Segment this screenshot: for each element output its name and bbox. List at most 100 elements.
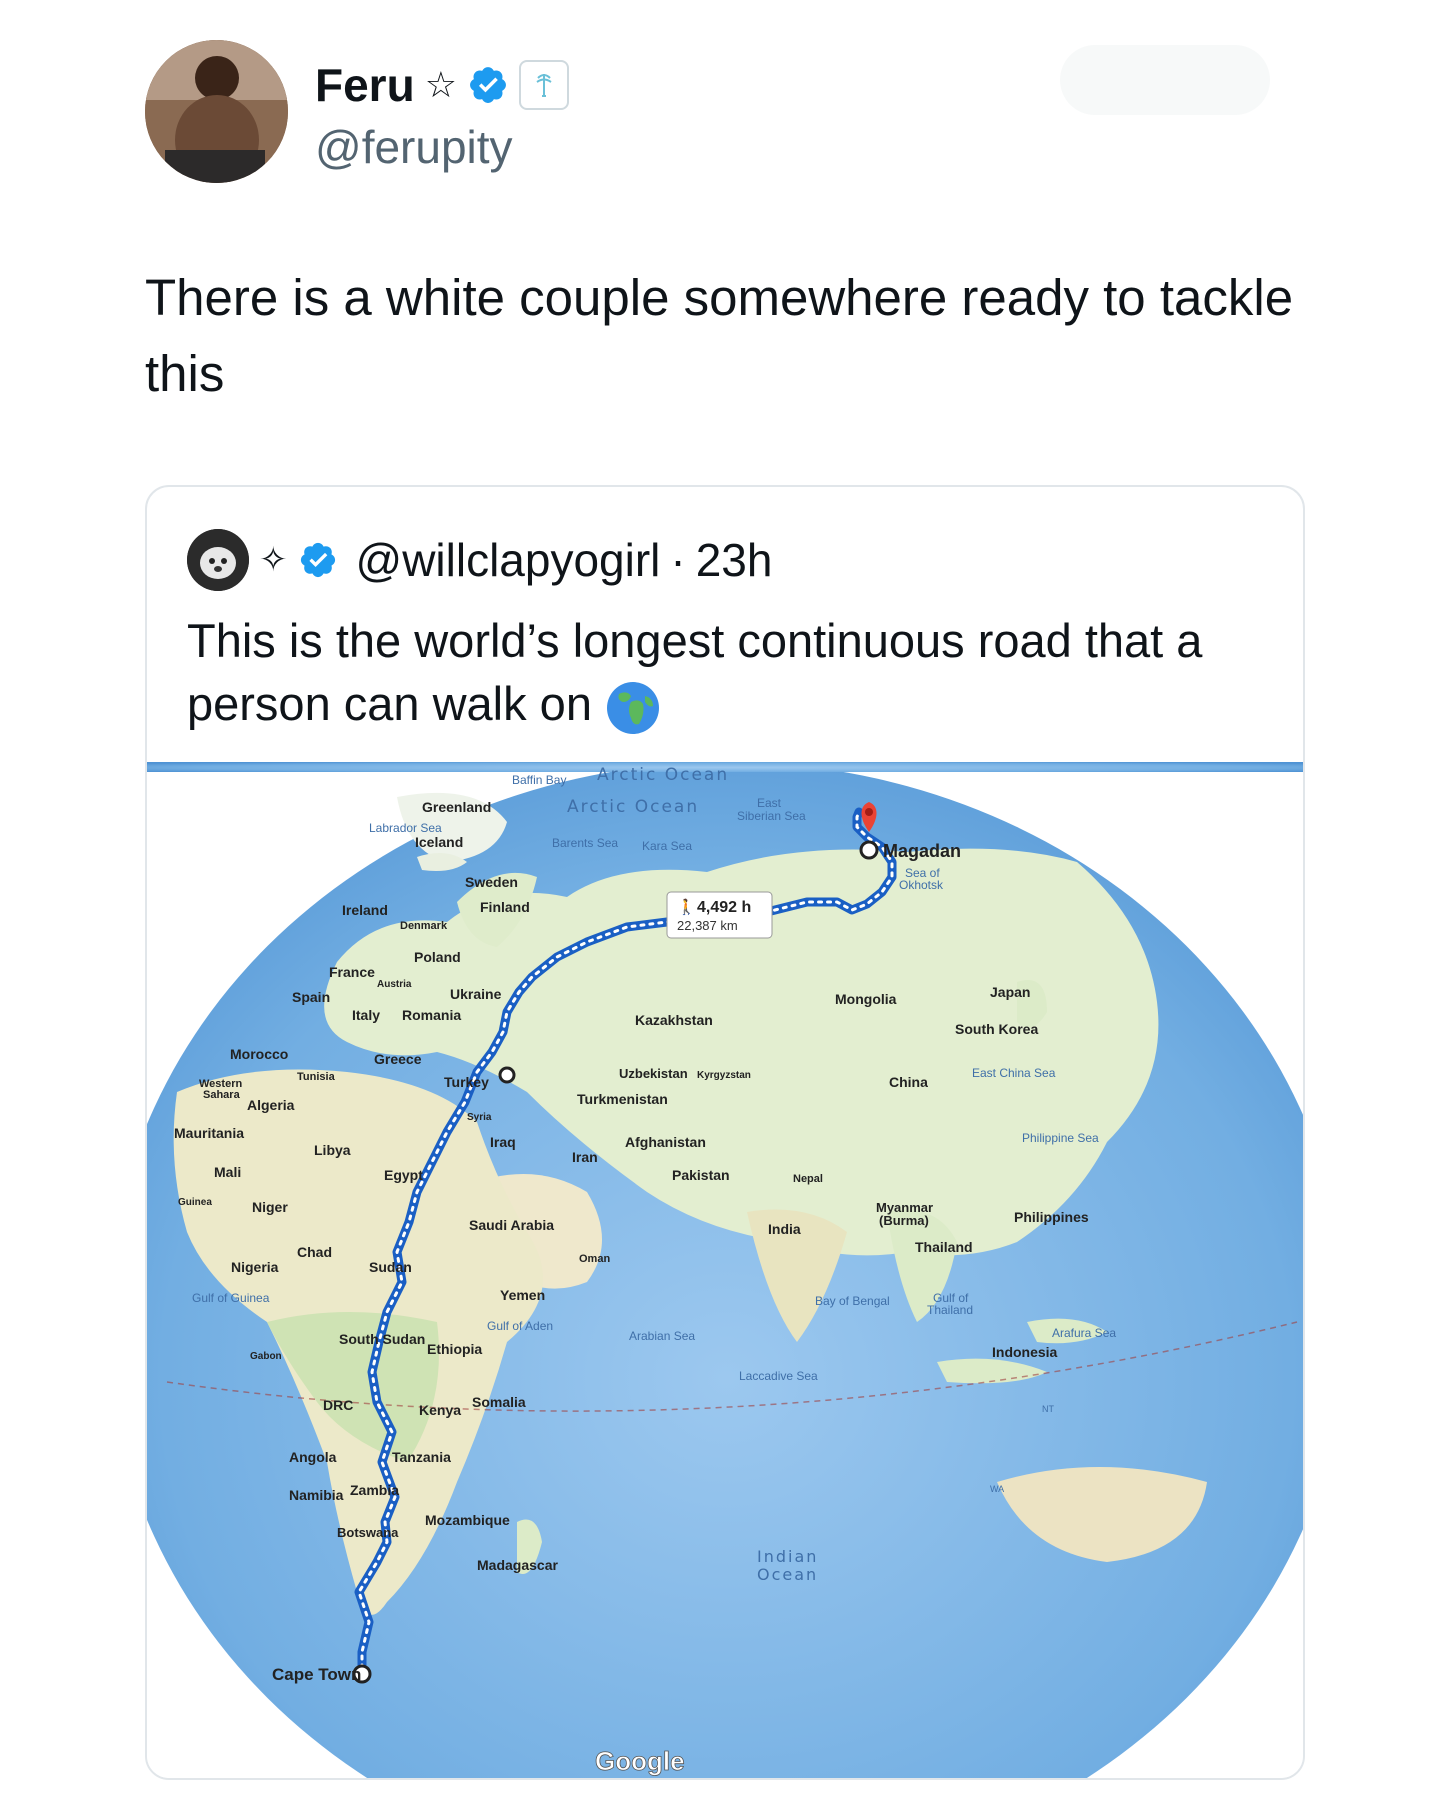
- country-label: Gabon: [250, 1351, 282, 1362]
- country-label: Iraq: [490, 1134, 516, 1150]
- country-label: Iceland: [415, 834, 463, 850]
- country-label: Japan: [990, 984, 1030, 1000]
- sea-label: Arabian Sea: [629, 1329, 695, 1343]
- country-label: Botswana: [337, 1525, 399, 1540]
- country-label: Egypt: [384, 1167, 423, 1183]
- country-label: Kyrgyzstan: [697, 1070, 751, 1081]
- country-label: Oman: [579, 1253, 610, 1265]
- country-label: Indonesia: [992, 1344, 1058, 1360]
- verified-badge-icon: [300, 542, 335, 578]
- country-label: Zambia: [350, 1482, 399, 1498]
- sea-label: Gulf of Thailand: [927, 1291, 973, 1317]
- country-label: Nepal: [793, 1173, 823, 1185]
- route-duration: 4,492 h: [697, 899, 751, 916]
- sea-label: Barents Sea: [552, 836, 618, 850]
- quoted-avatar[interactable]: [187, 529, 249, 591]
- country-label: Ethiopia: [427, 1341, 482, 1357]
- country-label: Poland: [414, 949, 461, 965]
- sea-label: Gulf of Guinea: [192, 1291, 270, 1305]
- country-label: DRC: [323, 1397, 353, 1413]
- country-label: Italy: [352, 1007, 380, 1023]
- route-distance: 22,387 km: [677, 918, 738, 933]
- country-label: Morocco: [230, 1046, 288, 1062]
- country-label: Guinea: [178, 1197, 212, 1208]
- follow-button[interactable]: [1060, 45, 1270, 115]
- country-label: Madagascar: [477, 1557, 558, 1573]
- ocean-label: Indian Ocean: [757, 1547, 818, 1584]
- country-label: Ukraine: [450, 986, 502, 1002]
- country-label: Libya: [314, 1142, 351, 1158]
- country-label: Sudan: [369, 1259, 412, 1275]
- author-handle[interactable]: @ferupity: [315, 120, 513, 174]
- country-label: Angola: [289, 1449, 337, 1465]
- map-image[interactable]: 🚶 4,492 h 22,387 km Arctic Ocean Arctic …: [147, 762, 1303, 1778]
- country-label: Denmark: [400, 920, 448, 932]
- country-label: Mongolia: [835, 991, 897, 1007]
- sea-label: Arafura Sea: [1052, 1326, 1116, 1340]
- country-label: Mauritania: [174, 1125, 244, 1141]
- country-label: Syria: [467, 1112, 492, 1123]
- country-label: Uzbekistan: [619, 1066, 688, 1081]
- sea-label: Baffin Bay: [512, 773, 566, 787]
- quoted-timestamp[interactable]: 23h: [696, 533, 773, 587]
- country-label: Thailand: [915, 1239, 973, 1255]
- author-name[interactable]: Feru: [315, 58, 415, 112]
- country-label: Algeria: [247, 1097, 295, 1113]
- star-icon: ☆: [424, 64, 457, 105]
- ocean-label: Arctic Ocean: [597, 765, 729, 785]
- author-name-row: Feru ☆: [315, 58, 569, 112]
- country-label: Somalia: [472, 1394, 526, 1410]
- sea-label: Labrador Sea: [369, 821, 442, 835]
- country-label: Kenya: [419, 1402, 461, 1418]
- sea-label: Bay of Bengal: [815, 1294, 890, 1308]
- country-label: Turkey: [444, 1074, 489, 1090]
- tweet-text: There is a white couple somewhere ready …: [145, 269, 1294, 402]
- quoted-header: ✧ @willclapyogirl · 23h: [187, 529, 772, 591]
- ocean-label: Arctic Ocean: [567, 797, 699, 817]
- walking-icon: 🚶: [677, 898, 696, 916]
- country-label: Ireland: [342, 902, 388, 918]
- country-label: Afghanistan: [625, 1134, 706, 1150]
- country-label: South Sudan: [339, 1331, 425, 1347]
- verified-badge-icon: [470, 67, 506, 103]
- country-label: Mozambique: [425, 1512, 510, 1528]
- country-label: Sweden: [465, 874, 518, 890]
- end-label: Magadan: [883, 841, 961, 861]
- sparkle-icon: ✧: [259, 541, 288, 579]
- country-label: France: [329, 964, 375, 980]
- globe-emoji-icon: [607, 681, 660, 734]
- country-label: India: [768, 1221, 801, 1237]
- country-label: Niger: [252, 1199, 288, 1215]
- country-label: Yemen: [500, 1287, 545, 1303]
- country-label: Myanmar (Burma): [876, 1200, 933, 1228]
- affiliate-badge-icon: [518, 60, 569, 110]
- tweet-header: Feru ☆ @ferupity: [145, 40, 1295, 190]
- country-label: Greece: [374, 1051, 422, 1067]
- start-label: Cape Town: [272, 1665, 361, 1684]
- quoted-handle[interactable]: @willclapyogirl: [356, 533, 661, 587]
- country-label: Philippines: [1014, 1209, 1089, 1225]
- country-label: Western Sahara: [199, 1078, 242, 1101]
- country-label: South Korea: [955, 1021, 1038, 1037]
- quoted-text: This is the world’s longest continuous r…: [187, 609, 1277, 736]
- quoted-tweet[interactable]: ✧ @willclapyogirl · 23h This is the worl…: [145, 485, 1305, 1780]
- sea-label: Philippine Sea: [1022, 1131, 1099, 1145]
- country-label: Spain: [292, 989, 330, 1005]
- country-label: Finland: [480, 899, 530, 915]
- country-label: Mali: [214, 1164, 241, 1180]
- separator-dot: ·: [670, 534, 686, 586]
- country-label: Turkmenistan: [577, 1091, 668, 1107]
- country-label: Chad: [297, 1244, 332, 1260]
- country-label: Romania: [402, 1007, 461, 1023]
- country-label: Greenland: [422, 799, 491, 815]
- route-info-box[interactable]: 🚶 4,492 h 22,387 km: [666, 891, 773, 939]
- google-logo: Google: [595, 1746, 685, 1776]
- country-label: Nigeria: [231, 1259, 279, 1275]
- end-marker[interactable]: [859, 840, 879, 860]
- author-avatar[interactable]: [145, 40, 288, 183]
- country-label: Saudi Arabia: [469, 1217, 554, 1233]
- country-label: NT: [1042, 1404, 1054, 1414]
- country-label: Tanzania: [392, 1449, 451, 1465]
- sea-label: Laccadive Sea: [739, 1369, 818, 1383]
- sea-label: Gulf of Aden: [487, 1319, 553, 1333]
